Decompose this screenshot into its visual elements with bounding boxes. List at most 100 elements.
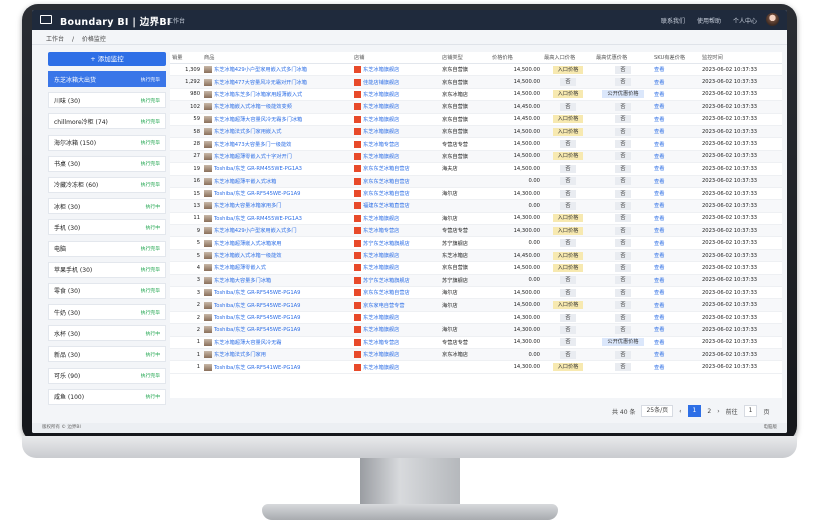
table-row[interactable]: 58 东芝冰箱法式多门家用嵌入式 东芝冰箱旗舰店 京东自营旗 14,500.00 入口价格… — [170, 125, 782, 139]
prev-page-icon[interactable]: ‹ — [679, 408, 681, 415]
shop-cell[interactable]: 东芝冰箱旗舰店 — [352, 125, 440, 139]
brand-title[interactable]: Boundary BI | 边界BI — [60, 14, 171, 28]
profile-link[interactable]: 个人中心 — [733, 16, 757, 25]
sku-cell[interactable]: 查看 — [652, 88, 700, 102]
product-cell[interactable]: Toshiba/东芝 GR-RF541WE-PG1A9 — [202, 360, 352, 374]
product-cell[interactable]: 东芝冰箱超薄零嵌入式十字对开门 — [202, 150, 352, 164]
shop-cell[interactable]: 东芝冰箱旗舰店 — [352, 261, 440, 275]
column-header[interactable]: 销量 — [170, 52, 202, 64]
sidebar-item[interactable]: 冰柜 (30) 执行中 — [48, 198, 166, 215]
table-row[interactable]: 2 Toshiba/东芝 GR-RF545WE-PG1A9 东芝冰箱旗舰店 14,30… — [170, 311, 782, 325]
table-row[interactable]: 1 东芝冰箱超薄大容量风冷无霜 东芝冰箱专营店 专营店专营 14,300.00 否 公开优惠… — [170, 336, 782, 350]
table-row[interactable]: 980 东芝冰箱东芝多门冰箱家用超薄嵌入式 东芝冰箱旗舰店 京东冰箱店 14,500.0… — [170, 88, 782, 102]
table-row[interactable]: 4 东芝冰箱超薄零嵌入式 东芝冰箱旗舰店 京东自营旗 14,500.00 入口价格 否 查看 2… — [170, 261, 782, 275]
sku-cell[interactable]: 查看 — [652, 150, 700, 164]
column-header[interactable]: 店铺类型 — [440, 52, 490, 64]
product-cell[interactable]: 东芝冰箱法式多门家用 — [202, 348, 352, 362]
table-row[interactable]: 28 东芝冰箱473大容量多门一级能效 东芝冰箱专营店 专营店专营 14,500.00 否… — [170, 137, 782, 151]
table-row[interactable]: 1 东芝冰箱法式多门家用 东芝冰箱旗舰店 京东冰箱店 0.00 否 否 查看 2023-06-0… — [170, 348, 782, 362]
sku-cell[interactable]: 查看 — [652, 162, 700, 176]
product-cell[interactable]: Toshiba/东芝 GR-RM455WE-PG1A3 — [202, 162, 352, 176]
shop-cell[interactable]: 东芝冰箱旗舰店 — [352, 249, 440, 263]
shop-cell[interactable]: 东芝冰箱旗舰店 — [352, 88, 440, 102]
product-cell[interactable]: 东芝冰箱429小户型家用嵌入式多门 — [202, 224, 352, 238]
sku-cell[interactable]: 查看 — [652, 100, 700, 114]
nav-workbench[interactable]: 工作台 — [167, 16, 185, 25]
table-row[interactable]: 3 Toshiba/东芝 GR-RF545WE-PG1A9 京东东芝冰箱自营店 海尔店… — [170, 286, 782, 300]
product-cell[interactable]: Toshiba/东芝 GR-RM455WE-PG1A3 — [202, 212, 352, 226]
product-cell[interactable]: Toshiba/东芝 GR-RF545WE-PG1A9 — [202, 298, 352, 312]
sku-cell[interactable]: 查看 — [652, 63, 700, 77]
table-row[interactable]: 102 东芝冰箱嵌入式冰箱一级能效变频 东芝冰箱旗舰店 京东自营旗 14,450.00 否… — [170, 100, 782, 114]
shop-cell[interactable]: 东芝冰箱旗舰店 — [352, 100, 440, 114]
sidebar-item[interactable]: 零食 (30) 执行完毕 — [48, 282, 166, 299]
table-row[interactable]: 9 东芝冰箱429小户型家用嵌入式多门 东芝冰箱专营店 专营店专营 14,300.00 入… — [170, 224, 782, 238]
sidebar-item[interactable]: 水杯 (30) 执行中 — [48, 325, 166, 342]
shop-cell[interactable]: 东芝冰箱专营店 — [352, 336, 440, 350]
page-size-select[interactable]: 25条/页 — [641, 405, 674, 417]
table-row[interactable]: 5 东芝冰箱嵌入式冰箱一级能效 东芝冰箱旗舰店 东芝冰箱店 14,450.00 入口价格 否… — [170, 249, 782, 263]
shop-cell[interactable]: 苏宁东芝冰箱旗舰店 — [352, 236, 440, 250]
table-row[interactable]: 1 Toshiba/东芝 GR-RF541WE-PG1A9 东芝冰箱旗舰店 14,30… — [170, 360, 782, 374]
sku-cell[interactable]: 查看 — [652, 137, 700, 151]
sku-cell[interactable]: 查看 — [652, 311, 700, 325]
sku-cell[interactable]: 查看 — [652, 286, 700, 300]
product-cell[interactable]: 东芝冰箱超薄嵌入式冰箱家用 — [202, 236, 352, 250]
sku-cell[interactable]: 查看 — [652, 348, 700, 362]
sku-cell[interactable]: 查看 — [652, 323, 700, 337]
sidebar-item[interactable]: 书桌 (30) 执行完毕 — [48, 155, 166, 172]
shop-cell[interactable]: 东芝冰箱旗舰店 — [352, 63, 440, 77]
table-row[interactable]: 13 东芝冰箱大容量冰箱家用多门 福建东芝冰箱直营店 0.00 否 否 查看 2023-06-… — [170, 199, 782, 213]
shop-cell[interactable]: 东芝冰箱专营店 — [352, 137, 440, 151]
product-cell[interactable]: 东芝冰箱477大容量风冷无霜对开门冰箱 — [202, 75, 352, 89]
column-header[interactable]: 最高优惠价格 — [594, 52, 652, 64]
shop-cell[interactable]: 东芝冰箱旗舰店 — [352, 360, 440, 374]
sku-cell[interactable]: 查看 — [652, 187, 700, 201]
sku-cell[interactable]: 查看 — [652, 75, 700, 89]
sidebar-item[interactable]: 咸鱼 (100) 执行中 — [48, 388, 166, 405]
sku-cell[interactable]: 查看 — [652, 224, 700, 238]
help-link[interactable]: 使用帮助 — [697, 16, 721, 25]
product-cell[interactable]: Toshiba/东芝 GR-RF545WE-PG1A9 — [202, 311, 352, 325]
goto-input[interactable]: 1 — [743, 405, 758, 417]
column-header[interactable]: 最高入口价格 — [542, 52, 594, 64]
product-cell[interactable]: 东芝冰箱473大容量多门一级能效 — [202, 137, 352, 151]
column-header[interactable]: SKU有差价格 — [652, 52, 700, 64]
column-header[interactable]: 商品 — [202, 52, 352, 64]
sidebar-item[interactable]: 海尔冰箱 (150) 执行完毕 — [48, 134, 166, 151]
sku-cell[interactable]: 查看 — [652, 175, 700, 188]
product-cell[interactable]: Toshiba/东芝 GR-RF545WE-PG1A9 — [202, 286, 352, 300]
table-row[interactable]: 2 Toshiba/东芝 GR-RF545WE-PG1A9 东芝冰箱旗舰店 海尔店 14… — [170, 323, 782, 337]
sidebar-item[interactable]: 新品 (30) 执行中 — [48, 346, 166, 363]
product-cell[interactable]: 东芝冰箱429小户型家用嵌入式多门冰箱 — [202, 63, 352, 77]
shop-cell[interactable]: 东芝冰箱旗舰店 — [352, 150, 440, 164]
product-cell[interactable]: 东芝冰箱嵌入式冰箱一级能效变频 — [202, 100, 352, 114]
sidebar-item[interactable]: 川味 (30) 执行完毕 — [48, 92, 166, 109]
shop-cell[interactable]: 佳能店铺旗舰店 — [352, 75, 440, 89]
sidebar-item[interactable]: chillmore冷柜 (74) 执行完毕 — [48, 113, 166, 130]
shop-cell[interactable]: 京东东芝冰箱自营店 — [352, 175, 440, 188]
table-row[interactable]: 11 Toshiba/东芝 GR-RM455WE-PG1A3 东芝冰箱旗舰店 海尔店 1… — [170, 212, 782, 226]
sidebar-item[interactable]: 冷藏冷冻柜 (60) 执行完毕 — [48, 176, 166, 193]
sku-cell[interactable]: 查看 — [652, 298, 700, 312]
shop-cell[interactable]: 京东东芝冰箱自营店 — [352, 286, 440, 300]
sidebar-item[interactable]: 苹果手机 (30) 执行完毕 — [48, 261, 166, 278]
table-row[interactable]: 5 东芝冰箱超薄嵌入式冰箱家用 苏宁东芝冰箱旗舰店 苏宁旗舰店 0.00 否 否 查看 2023… — [170, 236, 782, 250]
shop-cell[interactable]: 京东东芝冰箱自营店 — [352, 162, 440, 176]
next-page-icon[interactable]: › — [717, 408, 719, 415]
shop-cell[interactable]: 东芝冰箱旗舰店 — [352, 311, 440, 325]
product-cell[interactable]: Toshiba/东芝 GR-RF545WE-PG1A9 — [202, 323, 352, 337]
sku-cell[interactable]: 查看 — [652, 249, 700, 263]
product-cell[interactable]: 东芝冰箱嵌入式冰箱一级能效 — [202, 249, 352, 263]
table-row[interactable]: 59 东芝冰箱超薄大容量风冷无霜多门冰箱 东芝冰箱旗舰店 京东自营旗 14,450.00… — [170, 113, 782, 126]
shop-cell[interactable]: 福建东芝冰箱直营店 — [352, 199, 440, 213]
sku-cell[interactable]: 查看 — [652, 113, 700, 126]
sku-cell[interactable]: 查看 — [652, 212, 700, 226]
sku-cell[interactable]: 查看 — [652, 274, 700, 288]
shop-cell[interactable]: 东芝冰箱旗舰店 — [352, 323, 440, 337]
shop-cell[interactable]: 苏宁东芝冰箱旗舰店 — [352, 274, 440, 288]
shop-cell[interactable]: 东芝冰箱旗舰店 — [352, 212, 440, 226]
table-row[interactable]: 15 Toshiba/东芝 GR-RF545WE-PG1A9 京东东芝冰箱自营店 海尔… — [170, 187, 782, 201]
product-cell[interactable]: 东芝冰箱大容量冰箱家用多门 — [202, 199, 352, 213]
column-header[interactable]: 价格价格 — [490, 52, 542, 64]
